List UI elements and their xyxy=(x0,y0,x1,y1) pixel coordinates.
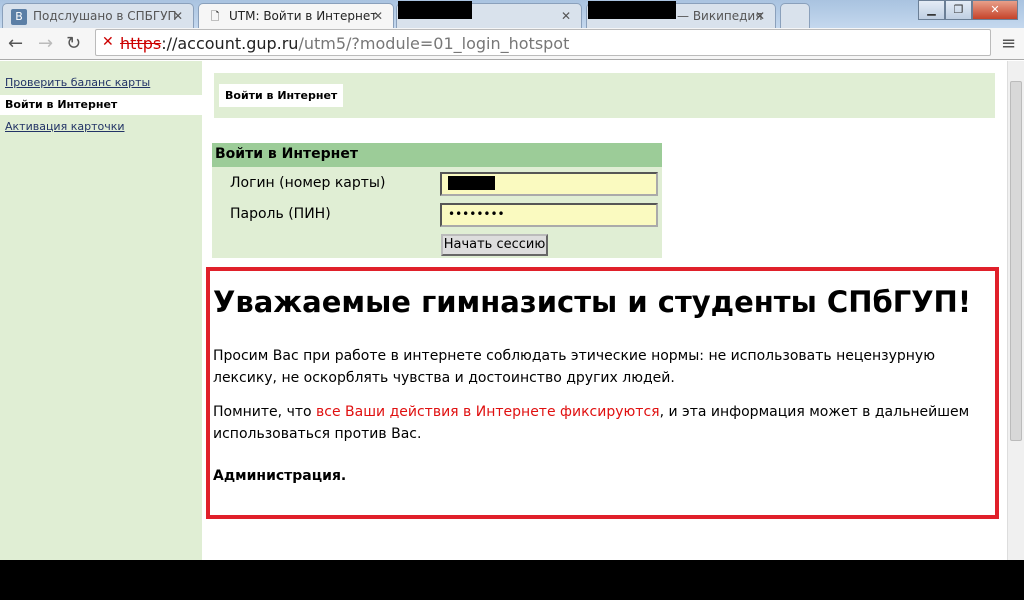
redaction xyxy=(398,1,472,19)
restore-button[interactable]: ❐ xyxy=(945,0,972,20)
new-tab-button[interactable] xyxy=(780,3,810,28)
close-tab-icon[interactable]: ✕ xyxy=(755,9,765,23)
login-label: Логин (номер карты) xyxy=(230,175,386,191)
url-host: ://account.gup.ru xyxy=(161,34,299,53)
close-tab-icon[interactable]: ✕ xyxy=(173,9,183,23)
vertical-scrollbar[interactable] xyxy=(1007,61,1024,560)
menu-icon[interactable]: ≡ xyxy=(1001,33,1016,54)
sidebar-item-check-balance[interactable]: Проверить баланс карты xyxy=(5,76,150,89)
notice-heading: Уважаемые гимназисты и студенты СПбГУП! xyxy=(213,285,972,319)
tab-label: UTM: Войти в Интернет xyxy=(229,9,378,23)
notice-paragraph: Просим Вас при работе в интернете соблюд… xyxy=(213,348,935,386)
form-title: Войти в Интернет xyxy=(212,143,662,167)
notice-warning: Помните, что все Ваши действия в Интерне… xyxy=(213,401,992,445)
password-input[interactable]: •••••••• xyxy=(440,203,658,227)
tab-label: — Википедия xyxy=(677,9,763,23)
window-controls: ▁ ❐ ✕ xyxy=(918,0,1018,22)
tab-label: Подслушано в СПБГУП xyxy=(33,9,177,23)
login-input[interactable] xyxy=(440,172,658,196)
scrollbar-thumb[interactable] xyxy=(1010,81,1022,441)
login-form: Войти в Интернет Логин (номер карты) Пар… xyxy=(212,143,662,258)
tab-utm[interactable]: 🗋 UTM: Войти в Интернет ✕ xyxy=(198,3,394,28)
url-path: /utm5/?module=01_login_hotspot xyxy=(298,34,570,53)
sidebar-item-login[interactable]: Войти в Интернет xyxy=(0,95,202,115)
page-header: Войти в Интернет xyxy=(214,73,995,118)
address-bar[interactable]: ✕ https://account.gup.ru/utm5/?module=01… xyxy=(95,29,991,56)
notice-box: Уважаемые гимназисты и студенты СПбГУП! … xyxy=(206,267,999,519)
start-session-button[interactable]: Начать сессию xyxy=(441,234,548,256)
tab-bar: B Подслушано в СПБГУП ✕ 🗋 UTM: Войти в И… xyxy=(0,0,1024,28)
signature: Администрация. xyxy=(213,468,347,484)
vk-icon: B xyxy=(11,9,27,25)
redaction xyxy=(448,176,495,190)
redaction xyxy=(588,1,676,19)
insecure-lock-icon: ✕ xyxy=(102,34,114,50)
password-label: Пароль (ПИН) xyxy=(230,206,331,222)
forward-icon[interactable]: → xyxy=(38,33,53,54)
page-icon: 🗋 xyxy=(210,10,220,23)
sidebar-item-activate-card[interactable]: Активация карточки xyxy=(5,120,125,133)
page-title: Войти в Интернет xyxy=(219,84,344,107)
redaction xyxy=(0,560,1024,600)
reload-icon[interactable]: ↻ xyxy=(66,33,81,54)
sidebar: Проверить баланс карты Войти в Интернет … xyxy=(0,61,202,560)
close-tab-icon[interactable]: ✕ xyxy=(561,9,571,23)
page-content: Проверить баланс карты Войти в Интернет … xyxy=(0,61,1007,560)
close-tab-icon[interactable]: ✕ xyxy=(373,9,383,23)
warning-highlight: все Ваши действия в Интернете фиксируютс… xyxy=(316,404,660,420)
close-window-button[interactable]: ✕ xyxy=(972,0,1018,20)
text: Помните, что xyxy=(213,404,317,420)
url-scheme: https xyxy=(120,34,162,53)
minimize-button[interactable]: ▁ xyxy=(918,0,945,20)
back-icon[interactable]: ← xyxy=(8,33,23,54)
tab-vk[interactable]: B Подслушано в СПБГУП ✕ xyxy=(2,3,194,28)
